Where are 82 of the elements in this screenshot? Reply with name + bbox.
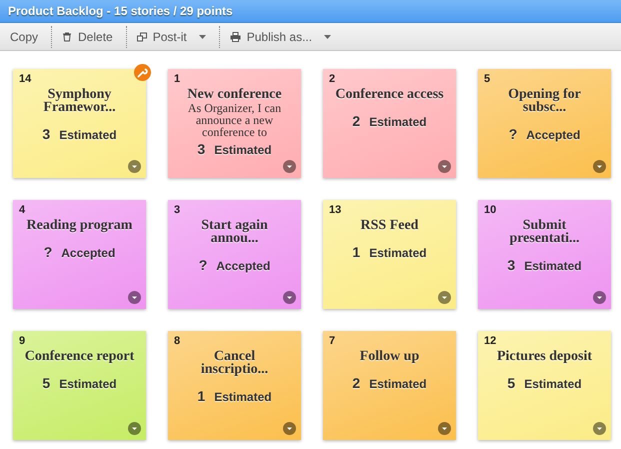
- story-points: 2: [352, 375, 360, 391]
- printer-icon: [230, 32, 241, 42]
- wrench-icon[interactable]: [134, 64, 151, 81]
- story-status: Estimated: [59, 377, 117, 391]
- sticky-note[interactable]: 4 Reading program ? Accepted: [13, 200, 146, 309]
- story-title: Cancel inscriptio...: [200, 350, 270, 376]
- dropdown-icon[interactable]: [128, 422, 141, 435]
- story-number: 13: [329, 204, 342, 216]
- story-title: Start again annou...: [200, 219, 269, 245]
- story-status: Estimated: [369, 246, 427, 260]
- sticky-note[interactable]: 8 Cancel inscriptio... 1 Estimated: [168, 331, 301, 440]
- story-points: 1: [352, 244, 360, 260]
- story-number: 14: [19, 73, 32, 85]
- toolbar-button[interactable]: Copy: [0, 23, 52, 50]
- sticky-note[interactable]: 10 Submit presentati... 3 Estimated: [478, 200, 611, 309]
- story-number: 3: [174, 204, 180, 216]
- sticky-note[interactable]: 5 Opening for subsc... ? Accepted: [478, 69, 611, 178]
- story-points: 3: [42, 126, 50, 142]
- windows-icon: [136, 32, 147, 42]
- story-points: 1: [197, 388, 206, 404]
- story-title: Opening for subsc...: [507, 88, 582, 114]
- story-status: Estimated: [59, 128, 117, 142]
- dropdown-icon[interactable]: [283, 160, 296, 173]
- story-title: New conference: [186, 88, 283, 101]
- story-points: 5: [42, 375, 50, 391]
- story-points: 3: [507, 257, 516, 273]
- story-status: Accepted: [216, 259, 270, 273]
- sticky-note[interactable]: 12 Pictures deposit 5 Estimated: [478, 331, 611, 440]
- story-title: Conference report: [24, 350, 134, 363]
- sticky-note[interactable]: 14 Symphony Framewor... 3 Estimated: [13, 69, 146, 178]
- story-points: 3: [197, 141, 206, 157]
- window-title: Product Backlog - 15 stories / 29 points: [8, 4, 233, 18]
- story-title: Pictures deposit: [496, 350, 593, 363]
- menu-button[interactable]: Publish as...: [220, 23, 344, 50]
- story-number: 4: [19, 204, 26, 216]
- story-number: 9: [19, 335, 26, 347]
- story-status: Accepted: [61, 246, 116, 260]
- dropdown-icon[interactable]: [128, 291, 141, 304]
- dropdown-icon[interactable]: [283, 422, 296, 435]
- story-number: 1: [174, 73, 180, 85]
- story-status: Estimated: [369, 115, 427, 129]
- story-title: Conference access: [334, 88, 444, 101]
- story-status: Estimated: [214, 390, 272, 404]
- sticky-note[interactable]: 3 Start again annou... ? Accepted: [168, 200, 301, 309]
- dropdown-icon[interactable]: [438, 422, 451, 435]
- trash-icon: [62, 32, 72, 42]
- story-status: Estimated: [524, 259, 582, 273]
- story-title: Submit presentati...: [508, 219, 581, 245]
- story-points: ?: [44, 244, 52, 260]
- sticky-note[interactable]: 1 New conference As Organizer, I can announce a new conference to 3 Estimated: [168, 69, 301, 178]
- dropdown-icon[interactable]: [128, 160, 141, 173]
- menu-button[interactable]: Post-it: [126, 23, 219, 50]
- sticky-note[interactable]: 7 Follow up 2 Estimated: [323, 331, 456, 440]
- sticky-note[interactable]: 13 RSS Feed 1 Estimated: [323, 200, 456, 309]
- story-status: Estimated: [214, 143, 272, 157]
- sticky-note[interactable]: 9 Conference report 5 Estimated: [13, 331, 146, 440]
- story-number: 12: [484, 335, 496, 347]
- dropdown-icon[interactable]: [593, 422, 606, 435]
- story-points: 2: [352, 113, 360, 129]
- toolbar-button[interactable]: Delete: [52, 23, 126, 50]
- story-number: 8: [174, 335, 180, 347]
- dropdown-icon[interactable]: [438, 160, 451, 173]
- story-number: 5: [484, 73, 490, 85]
- story-title: Follow up: [358, 350, 420, 363]
- story-number: 7: [329, 335, 336, 347]
- dropdown-icon[interactable]: [438, 291, 451, 304]
- story-status: Estimated: [369, 377, 427, 391]
- dropdown-icon[interactable]: [283, 291, 296, 304]
- story-status: Accepted: [526, 128, 580, 142]
- story-title: Reading program: [26, 219, 134, 232]
- story-description: As Organizer, I can announce a new conference to: [186, 102, 282, 138]
- story-points: ?: [508, 126, 518, 142]
- sticky-note[interactable]: 2 Conference access 2 Estimated: [323, 69, 456, 178]
- story-points: 5: [507, 375, 516, 391]
- story-title: RSS Feed: [360, 219, 420, 232]
- story-number: 2: [329, 73, 336, 85]
- story-points: ?: [198, 257, 208, 273]
- dropdown-icon[interactable]: [593, 160, 606, 173]
- story-title: Symphony Framewor...: [42, 88, 117, 114]
- story-number: 10: [484, 204, 496, 216]
- story-status: Estimated: [524, 377, 582, 391]
- dropdown-icon[interactable]: [593, 291, 606, 304]
